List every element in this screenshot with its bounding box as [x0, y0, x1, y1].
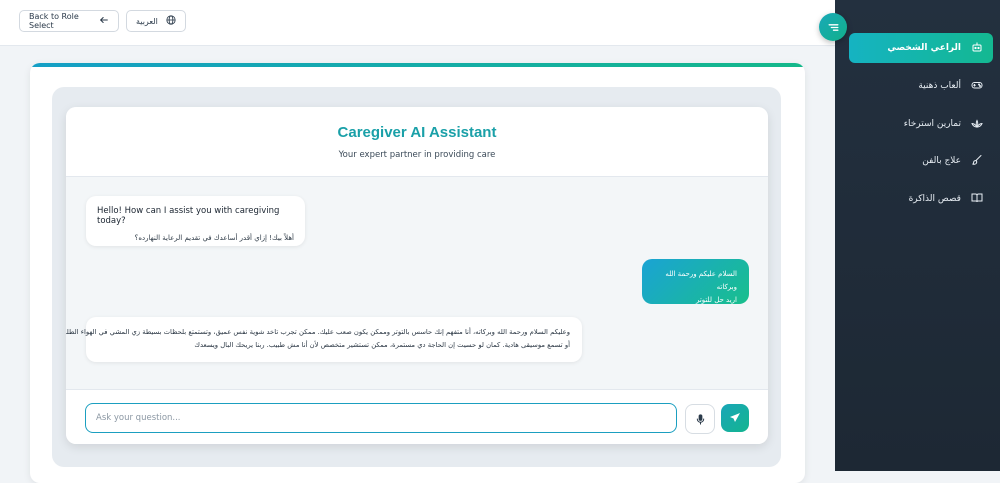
- sidebar-item-label: تمارين استرخاء: [903, 119, 961, 129]
- arrow-left-icon: [99, 15, 109, 27]
- globe-icon: [166, 15, 176, 27]
- chat-title: Caregiver AI Assistant: [337, 124, 497, 141]
- message-line: وعليكم السلام ورحمة الله وبركاته، أنا مت…: [66, 328, 570, 336]
- sidebar-item-relaxation-exercises[interactable]: تمارين استرخاء: [849, 109, 993, 139]
- sidebar-item-memory-stories[interactable]: قصص الذاكرة: [849, 184, 993, 214]
- message-line: أو تسمع موسيقى هادية. كمان لو حسيت إن ال…: [194, 341, 570, 349]
- chat-input-bar: [66, 389, 768, 444]
- sidebar: الراعي الشخصي ألعاب ذهنية تمارين استرخاء: [835, 0, 1000, 471]
- user-message: السلام عليكم ورحمة الله وبركاته اريد حل …: [642, 259, 749, 304]
- sidebar-item-mind-games[interactable]: ألعاب ذهنية: [849, 71, 993, 101]
- message-text-en: Hello! How can I assist you with caregiv…: [97, 206, 280, 226]
- chat-subtitle: Your expert partner in providing care: [338, 150, 496, 160]
- language-toggle-button[interactable]: العربية: [126, 10, 186, 32]
- message-line: السلام عليكم ورحمة الله وبركاته: [665, 270, 737, 291]
- sidebar-item-label: علاج بالفن: [922, 156, 961, 166]
- assistant-message: وعليكم السلام ورحمة الله وبركاته، أنا مت…: [66, 317, 582, 362]
- sidebar-item-label: ألعاب ذهنية: [918, 81, 961, 91]
- language-label: العربية: [136, 16, 158, 26]
- microphone-icon: [695, 413, 706, 425]
- sidebar-item-personal-caregiver[interactable]: الراعي الشخصي: [849, 33, 993, 63]
- question-input[interactable]: [85, 403, 677, 433]
- sidebar-item-label: قصص الذاكرة: [908, 194, 961, 204]
- back-to-role-select-button[interactable]: Back to Role Select: [19, 10, 119, 32]
- robot-icon: [971, 41, 983, 56]
- sidebar-item-art-therapy[interactable]: علاج بالفن: [849, 146, 993, 176]
- message-line: اريد حل للتوتر: [695, 296, 737, 304]
- lotus-icon: [971, 117, 983, 132]
- book-icon: [971, 192, 983, 207]
- assistant-message: Hello! How can I assist you with caregiv…: [86, 196, 305, 246]
- card-accent-bar: [30, 63, 805, 67]
- microphone-button[interactable]: [685, 404, 715, 434]
- paper-plane-icon: [729, 412, 741, 424]
- back-button-label: Back to Role Select: [29, 12, 79, 30]
- chat-header: Caregiver AI Assistant Your expert partn…: [66, 107, 768, 177]
- top-bar: Back to Role Select العربية: [0, 0, 835, 46]
- send-button[interactable]: [721, 404, 749, 432]
- gamepad-icon: [971, 79, 983, 94]
- paintbrush-icon: [971, 154, 983, 169]
- menu-toggle-button[interactable]: [819, 13, 847, 41]
- menu-lines-icon: [827, 21, 840, 34]
- message-text-ar: أهلاً بيك! إزاي أقدر أساعدك في تقديم الر…: [134, 234, 294, 242]
- chat-card: Caregiver AI Assistant Your expert partn…: [66, 107, 768, 444]
- sidebar-item-label: الراعي الشخصي: [887, 43, 961, 53]
